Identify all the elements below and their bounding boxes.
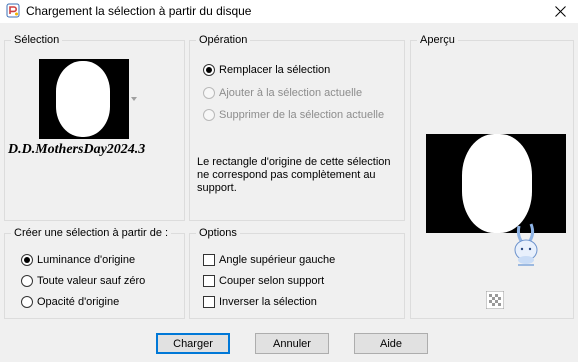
radio-source-luminance[interactable]: Luminance d'origine	[21, 252, 135, 268]
thumbnail-oval-shape	[56, 61, 110, 137]
radio-button	[203, 109, 215, 121]
radio-label: Ajouter à la sélection actuelle	[219, 87, 363, 99]
checkbox[interactable]	[203, 296, 215, 308]
mismatch-message: Le rectangle d'origine de cette sélectio…	[197, 156, 391, 194]
load-button[interactable]: Charger	[156, 333, 230, 354]
radio-button[interactable]	[21, 254, 33, 266]
preview-oval-shape	[462, 134, 532, 233]
close-icon	[555, 6, 566, 17]
checkbox[interactable]	[203, 254, 215, 266]
selection-legend: Sélection	[11, 33, 63, 47]
checkbox-invert-selection[interactable]: Inverser la sélection	[203, 294, 317, 310]
checkbox-label: Couper selon support	[219, 275, 325, 287]
radio-any-nonzero[interactable]: Toute valeur sauf zéro	[21, 273, 145, 289]
radio-replace-selection[interactable]: Remplacer la sélection	[203, 62, 330, 78]
checkbox-label: Angle supérieur gauche	[219, 254, 336, 266]
radio-label: Supprimer de la sélection actuelle	[219, 109, 385, 121]
radio-button[interactable]	[203, 64, 215, 76]
radio-source-opacity[interactable]: Opacité d'origine	[21, 294, 119, 310]
checkbox-crop-to-canvas[interactable]: Couper selon support	[203, 273, 324, 289]
radio-label: Toute valeur sauf zéro	[37, 275, 146, 287]
radio-button[interactable]	[21, 275, 33, 287]
radio-label: Opacité d'origine	[37, 296, 120, 308]
preview-legend: Aperçu	[417, 33, 458, 47]
preview-image	[426, 134, 566, 233]
psp-app-icon	[6, 3, 20, 18]
radio-label: Remplacer la sélection	[219, 64, 331, 76]
close-button[interactable]	[544, 0, 578, 23]
radio-add-selection: Ajouter à la sélection actuelle	[203, 85, 362, 101]
checkbox[interactable]	[203, 275, 215, 287]
options-legend: Options	[196, 226, 240, 240]
radio-subtract-selection: Supprimer de la sélection actuelle	[203, 107, 384, 123]
cancel-button[interactable]: Annuler	[255, 333, 329, 354]
chevron-down-icon[interactable]	[131, 97, 137, 101]
window-title: Chargement la sélection à partir du disq…	[26, 4, 252, 18]
radio-button[interactable]	[21, 296, 33, 308]
radio-button	[203, 87, 215, 99]
title-bar: Chargement la sélection à partir du disq…	[0, 0, 578, 23]
checkbox-label: Inverser la sélection	[219, 296, 317, 308]
selection-thumbnail[interactable]	[39, 59, 129, 139]
radio-label: Luminance d'origine	[37, 254, 136, 266]
transparency-checker-icon[interactable]	[486, 291, 504, 309]
bunny-mascot-icon	[514, 223, 538, 266]
operation-legend: Opération	[196, 33, 251, 47]
create-from-legend: Créer une sélection à partir de :	[11, 226, 172, 240]
checkbox-top-left-corner[interactable]: Angle supérieur gauche	[203, 252, 335, 268]
help-button[interactable]: Aide	[354, 333, 428, 354]
selection-file-name: D.D.MothersDay2024.3	[8, 142, 146, 157]
